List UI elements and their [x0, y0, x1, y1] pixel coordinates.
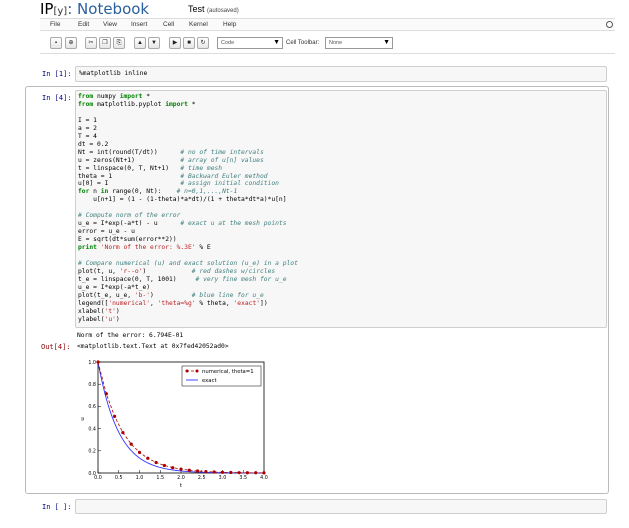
data-point: [187, 468, 191, 472]
x-tick-label: 1.5: [156, 475, 164, 481]
data-point: [220, 470, 225, 474]
y-tick-label: 0.8: [88, 382, 96, 388]
menu-edit[interactable]: Edit: [78, 21, 89, 28]
y-tick-label: 0.6: [88, 404, 96, 410]
data-point: [196, 469, 200, 473]
x-tick-label: 2.5: [198, 475, 206, 481]
data-point: [113, 414, 117, 418]
code-cell-input[interactable]: from numpy import * from matplotlib.pypl…: [75, 90, 607, 328]
data-point: [171, 466, 175, 470]
data-point: [146, 456, 150, 460]
data-point: [154, 460, 158, 465]
cell-prompt: In [ ]:: [42, 503, 72, 511]
code-cell-input[interactable]: %matplotlib inline: [75, 66, 607, 82]
restart-icon[interactable]: ↻: [197, 37, 209, 49]
data-point: [237, 471, 241, 475]
cell-type-value: Code: [221, 40, 235, 46]
cell-prompt: In [4]:: [42, 94, 72, 102]
cell-prompt: In [1]:: [42, 70, 72, 78]
x-tick-label: 2.0: [177, 475, 185, 481]
legend-exact-label: exact: [202, 378, 217, 384]
data-point: [229, 470, 233, 475]
data-point: [254, 471, 258, 475]
logo-y: [y]: [53, 6, 68, 17]
data-point: [96, 360, 100, 364]
data-point: [262, 471, 266, 475]
notebook-header: IP[y]: Notebook Test (autosaved): [0, 0, 629, 18]
output-prompt: Out[4]:: [41, 343, 71, 351]
legend-numerical-marker: [185, 369, 189, 373]
y-tick-label: 0.4: [88, 426, 96, 432]
menubar: File Edit View Insert Cell Kernel Help: [40, 18, 615, 31]
data-point: [162, 463, 166, 468]
cell-toolbar-label: Cell Toolbar:: [286, 40, 320, 46]
data-point: [204, 469, 208, 474]
move-down-icon[interactable]: ▼: [148, 37, 160, 49]
chevron-down-icon: ▼: [383, 39, 390, 46]
cell-code: from numpy import * from matplotlib.pypl…: [78, 93, 298, 323]
stdout-output: Norm of the error: 6.794E-01: [77, 332, 184, 339]
cell-code: %matplotlib inline: [79, 70, 148, 77]
y-tick-label: 1.0: [88, 360, 96, 366]
cell-toolbar-value: None: [329, 40, 343, 46]
x-axis-label: t: [180, 483, 183, 489]
data-point: [121, 430, 125, 435]
run-icon[interactable]: ▶: [169, 37, 181, 49]
output-value: <matplotlib.text.Text at 0x7fed42052ad0>: [77, 343, 229, 350]
chevron-down-icon: ▼: [273, 39, 280, 46]
data-point: [179, 467, 183, 471]
menu-file[interactable]: File: [50, 21, 60, 28]
logo-notebook: : Notebook: [67, 0, 150, 18]
legend: numerical, theta=1 exact: [181, 365, 262, 387]
output-plot: 0.00.20.40.60.81.0 0.0 0.5 1.0 1.5 2.0 2.5 3.0…: [80, 360, 268, 489]
data-point: [245, 471, 249, 475]
data-point: [104, 392, 108, 396]
ipython-logo[interactable]: IP[y]: Notebook: [40, 0, 149, 18]
move-up-icon[interactable]: ▲: [134, 37, 146, 49]
menu-help[interactable]: Help: [223, 21, 236, 28]
y-tick-label: 0.2: [88, 449, 96, 455]
notebook-title[interactable]: Test: [188, 4, 205, 14]
save-status: (autosaved): [207, 8, 239, 14]
save-icon[interactable]: ▪: [50, 37, 62, 49]
copy-icon[interactable]: ❐: [99, 37, 111, 49]
x-tick-label: 0.0: [94, 475, 102, 481]
menu-kernel[interactable]: Kernel: [189, 21, 208, 28]
insert-cell-icon[interactable]: ⊕: [65, 37, 77, 49]
x-tick-label: 4.0: [260, 475, 268, 481]
menu-view[interactable]: View: [103, 21, 117, 28]
stop-icon[interactable]: ■: [183, 37, 195, 49]
menu-cell[interactable]: Cell: [163, 21, 174, 28]
menu-insert[interactable]: Insert: [131, 21, 147, 28]
cut-icon[interactable]: ✂: [85, 37, 97, 49]
logo-ip: IP: [40, 0, 54, 18]
notebook-name[interactable]: Test (autosaved): [188, 4, 239, 14]
x-tick-label: 1.0: [136, 475, 144, 481]
x-tick-label: 0.5: [115, 475, 123, 481]
toolbar: ▪ ⊕ ✂ ❐ ⎘ ▲ ▼ ▶ ■ ↻ Code ▼ Cell Toolbar:…: [40, 33, 615, 54]
data-point: [137, 450, 142, 454]
data-point: [212, 470, 216, 474]
paste-icon[interactable]: ⎘: [113, 37, 125, 49]
x-tick-label: 3.0: [219, 475, 227, 481]
x-tick-label: 3.5: [239, 475, 247, 481]
data-point: [129, 442, 133, 446]
cell-toolbar-select[interactable]: None ▼: [325, 37, 393, 49]
code-cell-input[interactable]: [75, 499, 607, 514]
legend-numerical-label: numerical, theta=1: [202, 369, 254, 375]
cell-type-select[interactable]: Code ▼: [217, 37, 283, 49]
y-axis-label: u: [80, 417, 86, 421]
legend-numerical-marker: [195, 369, 199, 373]
kernel-status-icon: [606, 21, 613, 28]
